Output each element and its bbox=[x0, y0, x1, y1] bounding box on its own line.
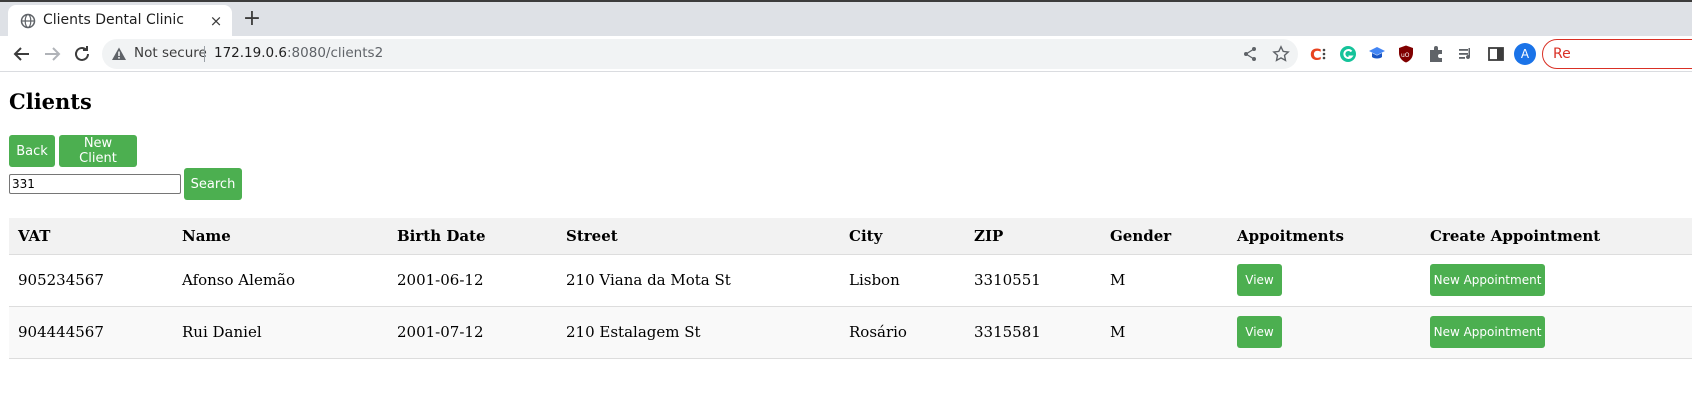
media-queue-icon[interactable] bbox=[1456, 44, 1476, 64]
address-bar[interactable]: Not secure 172.19.0.6:8080/clients2 bbox=[102, 39, 1298, 69]
new-tab-icon[interactable]: + bbox=[241, 8, 263, 30]
divider bbox=[204, 46, 205, 62]
cell-zip: 3310551 bbox=[965, 254, 1101, 307]
header-create-appointment: Create Appointment bbox=[1421, 218, 1692, 255]
relaunch-button[interactable]: Re bbox=[1542, 39, 1692, 69]
side-panel-icon[interactable] bbox=[1486, 44, 1506, 64]
view-button[interactable]: View bbox=[1237, 316, 1282, 348]
header-vat: VAT bbox=[9, 218, 173, 255]
not-secure-label: Not secure bbox=[134, 45, 207, 61]
cell-birth-date: 2001-06-12 bbox=[388, 254, 557, 307]
clients-table: VAT Name Birth Date Street City ZIP Gend… bbox=[9, 218, 1692, 359]
globe-icon bbox=[20, 13, 36, 29]
cell-view: View bbox=[1228, 254, 1421, 307]
header-appointments: Appoitments bbox=[1228, 218, 1421, 255]
url-text: 172.19.0.6:8080/clients2 bbox=[214, 45, 383, 61]
share-icon[interactable] bbox=[1242, 46, 1258, 62]
back-arrow-icon[interactable] bbox=[10, 42, 34, 66]
tab-strip: Clients Dental Clinic × + bbox=[0, 0, 1692, 38]
ublock-shield-icon[interactable]: uO bbox=[1396, 44, 1416, 64]
cell-vat: 904444567 bbox=[9, 306, 173, 359]
graduation-cap-icon[interactable] bbox=[1367, 44, 1387, 64]
page-title: Clients bbox=[9, 89, 92, 114]
cell-birth-date: 2001-07-12 bbox=[388, 306, 557, 359]
view-button[interactable]: View bbox=[1237, 264, 1282, 296]
cell-gender: M bbox=[1101, 254, 1228, 307]
search-input[interactable] bbox=[9, 174, 181, 194]
header-street: Street bbox=[557, 218, 840, 255]
grammarly-icon[interactable] bbox=[1338, 44, 1358, 64]
header-birth-date: Birth Date bbox=[388, 218, 557, 255]
cell-city: Lisbon bbox=[840, 254, 965, 307]
cell-view: View bbox=[1228, 306, 1421, 359]
cell-city: Rosário bbox=[840, 306, 965, 359]
tab-title: Clients Dental Clinic bbox=[43, 12, 184, 28]
cell-zip: 3315581 bbox=[965, 306, 1101, 359]
cell-name: Rui Daniel bbox=[173, 306, 388, 359]
back-button[interactable]: Back bbox=[9, 135, 55, 167]
reload-icon[interactable] bbox=[70, 42, 94, 66]
close-icon[interactable]: × bbox=[207, 12, 225, 30]
new-client-button[interactable]: New Client bbox=[59, 135, 137, 167]
cell-new-appointment: New Appointment bbox=[1421, 254, 1692, 307]
cell-vat: 905234567 bbox=[9, 254, 173, 307]
search-button[interactable]: Search bbox=[184, 168, 242, 200]
table-row: 905234567 Afonso Alemão 2001-06-12 210 V… bbox=[9, 254, 1692, 307]
bookmark-star-icon[interactable] bbox=[1272, 45, 1290, 63]
table-header-row: VAT Name Birth Date Street City ZIP Gend… bbox=[9, 218, 1692, 255]
url-path: :8080/clients2 bbox=[287, 45, 384, 61]
browser-toolbar: Not secure 172.19.0.6:8080/clients2 C uO… bbox=[0, 36, 1692, 72]
extension-c-icon[interactable]: C bbox=[1308, 44, 1328, 64]
cell-name: Afonso Alemão bbox=[173, 254, 388, 307]
header-name: Name bbox=[173, 218, 388, 255]
warning-icon[interactable] bbox=[111, 46, 127, 62]
svg-text:uO: uO bbox=[1401, 52, 1410, 59]
header-gender: Gender bbox=[1101, 218, 1228, 255]
svg-text:C: C bbox=[1310, 45, 1322, 64]
header-city: City bbox=[840, 218, 965, 255]
table-row: 904444567 Rui Daniel 2001-07-12 210 Esta… bbox=[9, 306, 1692, 359]
new-appointment-button[interactable]: New Appointment bbox=[1430, 316, 1545, 348]
header-zip: ZIP bbox=[965, 218, 1101, 255]
new-appointment-button[interactable]: New Appointment bbox=[1430, 264, 1545, 296]
puzzle-extensions-icon[interactable] bbox=[1426, 44, 1446, 64]
url-host: 172.19.0.6 bbox=[214, 45, 287, 61]
cell-street: 210 Estalagem St bbox=[557, 306, 840, 359]
profile-avatar[interactable]: A bbox=[1514, 43, 1536, 65]
forward-arrow-icon[interactable] bbox=[40, 42, 64, 66]
cell-gender: M bbox=[1101, 306, 1228, 359]
cell-new-appointment: New Appointment bbox=[1421, 306, 1692, 359]
browser-tab[interactable]: Clients Dental Clinic × bbox=[8, 5, 232, 38]
cell-street: 210 Viana da Mota St bbox=[557, 254, 840, 307]
